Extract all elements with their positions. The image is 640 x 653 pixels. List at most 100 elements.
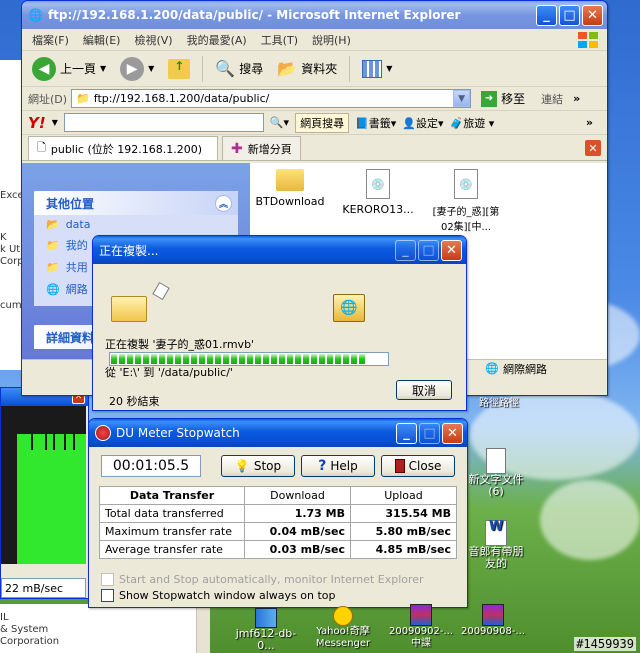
network-folder-icon: 🌐 xyxy=(333,294,365,322)
data-transfer-table: Data Transfer Download Upload Total data… xyxy=(99,486,457,559)
menu-favorites[interactable]: 我的最愛(A) xyxy=(187,32,247,48)
network-icon: 🌐 xyxy=(46,282,60,296)
du-meter-graph-window: ✕ 22 mB/sec xyxy=(0,387,89,599)
progress-block xyxy=(135,354,141,364)
address-input[interactable]: 📁 ftp://192.168.1.200/data/public/ ▼ xyxy=(71,89,472,108)
up-folder-icon: ↑ xyxy=(168,58,191,79)
folder-icon: 📁 xyxy=(46,260,60,274)
status-zone: 網際網路 xyxy=(503,362,547,376)
back-arrow-icon: ◀ xyxy=(32,56,56,81)
word-document-icon: W xyxy=(485,520,507,546)
desktop-icon-1[interactable]: 路徑路徑 xyxy=(470,398,528,410)
views-button[interactable]: ▼ xyxy=(358,58,396,80)
table-row: Total data transferred 1.73 MB 315.54 MB xyxy=(99,504,457,523)
lightbulb-icon: 💡 xyxy=(234,459,250,473)
auto-monitor-checkbox: Start and Stop automatically, monitor In… xyxy=(101,573,424,586)
winrar-icon xyxy=(482,604,504,626)
address-dropdown-icon[interactable]: ▼ xyxy=(453,90,471,107)
place-data[interactable]: 📂 data xyxy=(34,215,238,234)
yahoo-web-search-button[interactable]: 網頁搜尋 xyxy=(295,112,350,133)
progress-block xyxy=(359,354,365,364)
up-folder-button[interactable]: ↑ xyxy=(164,57,194,81)
folders-button[interactable]: 📂 資料夾 xyxy=(273,57,341,80)
yahoo-toolbar: Y! ▼ 🔍▾ 網頁搜尋 📘書籤▾ 👤設定▾ 🧳旅遊 ▾ » xyxy=(22,111,607,135)
copy-dialog-titlebar[interactable]: 正在複製... _ □ ✕ xyxy=(93,236,466,264)
ie-titlebar[interactable]: 🌐 ftp://192.168.1.200/data/public/ - Mic… xyxy=(22,1,607,29)
menu-view[interactable]: 檢視(V) xyxy=(134,32,172,48)
travel-button[interactable]: 🧳旅遊 ▾ xyxy=(450,115,495,131)
windows-logo-icon xyxy=(578,31,598,48)
left-text-5: cum xyxy=(0,300,22,311)
progress-block xyxy=(271,354,277,364)
background-window-bottom-left: IL & System Corporation xyxy=(0,604,210,653)
progress-block xyxy=(167,354,173,364)
desktop-icon-rar-2[interactable]: 20090908-... xyxy=(456,604,530,638)
minimize-button[interactable]: _ xyxy=(536,4,557,26)
close-button[interactable]: ✕ xyxy=(582,4,603,26)
desktop-icon-word[interactable]: W 音郎有帶朋友的 xyxy=(466,520,526,570)
progress-block xyxy=(119,354,125,364)
bookmarks-button[interactable]: 📘書籤▾ xyxy=(355,115,396,131)
desktop-icon-yahoo-messenger[interactable]: Yahoo!奇摩 Messenger xyxy=(306,606,380,650)
tab-public-label: public (位於 192.168.1.200) xyxy=(50,142,203,156)
table-header-row: Data Transfer Download Upload xyxy=(99,486,457,505)
menu-edit[interactable]: 編輯(E) xyxy=(83,32,121,48)
vertical-scrollbar[interactable] xyxy=(196,604,210,653)
left-text-3: k Ut xyxy=(0,244,21,255)
links-label[interactable]: 連結 xyxy=(541,91,563,107)
views-icon xyxy=(362,59,383,78)
maximize-button[interactable]: □ xyxy=(559,4,580,26)
new-tab-button[interactable]: ✚ 新增分頁 xyxy=(222,136,301,160)
progress-block xyxy=(239,354,245,364)
file-item-btdownload[interactable]: BTDownload xyxy=(254,169,326,233)
always-on-top-checkbox[interactable]: Show Stopwatch window always on top xyxy=(101,589,335,602)
settings-button[interactable]: 👤設定▾ xyxy=(402,115,443,131)
menu-bar: 檔案(F) 編輯(E) 檢視(V) 我的最愛(A) 工具(T) 說明(H) xyxy=(22,29,607,51)
folder-icon xyxy=(276,169,304,191)
source-folder-icon xyxy=(111,296,147,322)
yahoo-search-icon[interactable]: 🔍▾ xyxy=(270,116,289,129)
copy-animation: 🌐 xyxy=(105,274,454,322)
collapse-chevron-icon[interactable]: ︽ xyxy=(215,194,232,212)
graph-rate-readout: 22 mB/sec xyxy=(1,578,86,598)
plus-icon: ✚ xyxy=(231,140,243,157)
file-item-keroro[interactable]: 💿 KERORO13... xyxy=(342,169,414,233)
desktop-icon-textfile[interactable]: 新文字文件 (6) xyxy=(466,448,526,498)
go-button[interactable]: ➜ 移至 xyxy=(477,88,529,109)
other-places-header[interactable]: 其他位置 ︽ xyxy=(34,191,238,215)
back-button[interactable]: ◀ 上一頁 ▼ xyxy=(28,55,110,83)
exit-door-icon xyxy=(394,459,405,473)
progress-block xyxy=(335,354,341,364)
close-tab-icon[interactable]: ✕ xyxy=(585,140,601,156)
file-item-wife[interactable]: 💿 [妻子的_惑][第02集][中... xyxy=(430,169,502,233)
maximize-button: □ xyxy=(419,422,440,444)
close-button[interactable]: ✕ xyxy=(441,239,462,261)
du-meter-titlebar[interactable]: DU Meter Stopwatch _ □ ✕ xyxy=(89,419,467,447)
copy-from-to: 從 'E:\' 到 '/data/public/' xyxy=(105,366,233,379)
search-button[interactable]: 🔍 搜尋 xyxy=(211,57,267,80)
menu-tools[interactable]: 工具(T) xyxy=(261,32,298,48)
du-meter-stopwatch-window: DU Meter Stopwatch _ □ ✕ 00:01:05.5 💡 Sto… xyxy=(88,418,468,608)
left-text-2: K xyxy=(0,232,7,243)
yahoo-search-input[interactable] xyxy=(63,113,264,132)
desktop-icon-jmf[interactable]: jmf612-db-0... xyxy=(228,608,304,652)
col-header-download: Download xyxy=(244,486,351,505)
menu-help[interactable]: 說明(H) xyxy=(312,32,351,48)
tab-public[interactable]: 🗋 public (位於 192.168.1.200) xyxy=(28,136,218,160)
forward-button[interactable]: ▶ ▼ xyxy=(116,55,158,83)
progress-block xyxy=(287,354,293,364)
menu-file[interactable]: 檔案(F) xyxy=(32,32,69,48)
help-button[interactable]: ? Help xyxy=(301,455,375,477)
progress-block xyxy=(215,354,221,364)
progress-block xyxy=(151,354,157,364)
desktop-icon-rar-1[interactable]: 20090902-...中諜 xyxy=(384,604,458,650)
table-row: Maximum transfer rate 0.04 mB/sec 5.80 m… xyxy=(99,522,457,541)
col-header-upload: Upload xyxy=(350,486,457,505)
cancel-button[interactable]: 取消 xyxy=(396,380,452,400)
minimize-button[interactable]: _ xyxy=(396,422,417,444)
close-button[interactable]: ✕ xyxy=(442,422,463,444)
stop-button[interactable]: 💡 Stop xyxy=(221,455,295,477)
progress-block xyxy=(231,354,237,364)
folder-icon: 📁 xyxy=(46,238,60,252)
close-window-button[interactable]: Close xyxy=(381,455,455,477)
